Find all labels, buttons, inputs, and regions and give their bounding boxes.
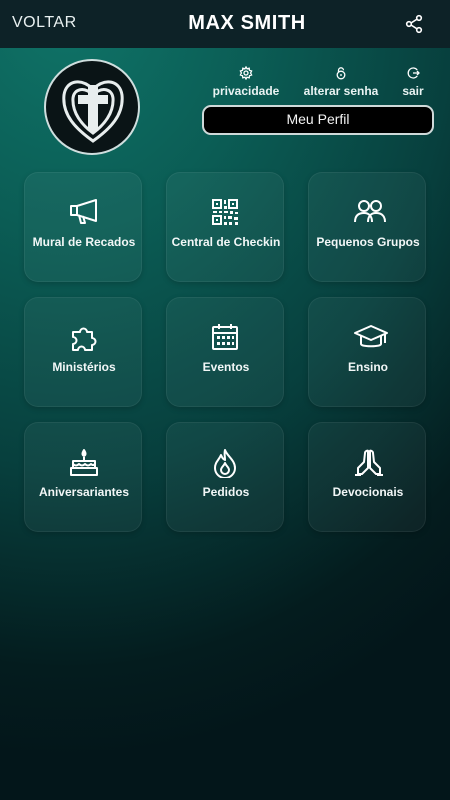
top-bar: VOLTAR MAX SMITH [0, 0, 450, 48]
menu-tile-mural[interactable]: Mural de Recados [24, 172, 142, 282]
menu-label: Ensino [347, 360, 388, 374]
menu-tile-ensino[interactable]: Ensino [308, 297, 426, 407]
change-password-action[interactable]: alterar senha [301, 66, 381, 98]
puzzle-icon [72, 327, 97, 351]
group-icon [354, 200, 386, 223]
birthday-cake-icon [70, 449, 98, 476]
logout-label: sair [402, 84, 424, 98]
menu-label: Aniversariantes [38, 485, 130, 499]
privacy-action[interactable]: privacidade [210, 66, 282, 98]
gear-icon [239, 66, 253, 80]
praying-hands-icon [355, 449, 383, 476]
logout-action[interactable]: sair [398, 66, 428, 98]
graduation-cap-icon [354, 325, 388, 348]
change-password-label: alterar senha [303, 84, 379, 98]
menu-label: Devocionais [332, 485, 404, 499]
lock-icon [336, 67, 346, 80]
menu-label: Mural de Recados [32, 235, 136, 249]
menu-tile-pedidos[interactable]: Pedidos [166, 422, 284, 532]
menu-tile-devocionais[interactable]: Devocionais [308, 422, 426, 532]
my-profile-button[interactable]: Meu Perfil [202, 105, 434, 135]
church-logo [44, 59, 140, 155]
share-icon[interactable] [404, 14, 424, 34]
logout-icon [407, 67, 420, 79]
menu-tile-ministerios[interactable]: Ministérios [24, 297, 142, 407]
page-title: MAX SMITH [0, 12, 450, 35]
megaphone-icon [70, 199, 97, 224]
qr-code-icon [212, 199, 238, 225]
menu-tile-checkin[interactable]: Central de Checkin [166, 172, 284, 282]
menu-label: Pequenos Grupos [316, 235, 420, 249]
user-name: MAX SMITH [188, 12, 306, 34]
flame-icon [214, 449, 236, 478]
privacy-label: privacidade [212, 84, 280, 98]
menu-tile-aniversariantes[interactable]: Aniversariantes [24, 422, 142, 532]
menu-label: Eventos [202, 360, 250, 374]
menu-label: Central de Checkin [171, 235, 281, 249]
menu-label: Pedidos [202, 485, 250, 499]
menu-label: Ministérios [52, 360, 116, 374]
calendar-icon [212, 324, 238, 350]
menu-tile-groups[interactable]: Pequenos Grupos [308, 172, 426, 282]
menu-tile-eventos[interactable]: Eventos [166, 297, 284, 407]
